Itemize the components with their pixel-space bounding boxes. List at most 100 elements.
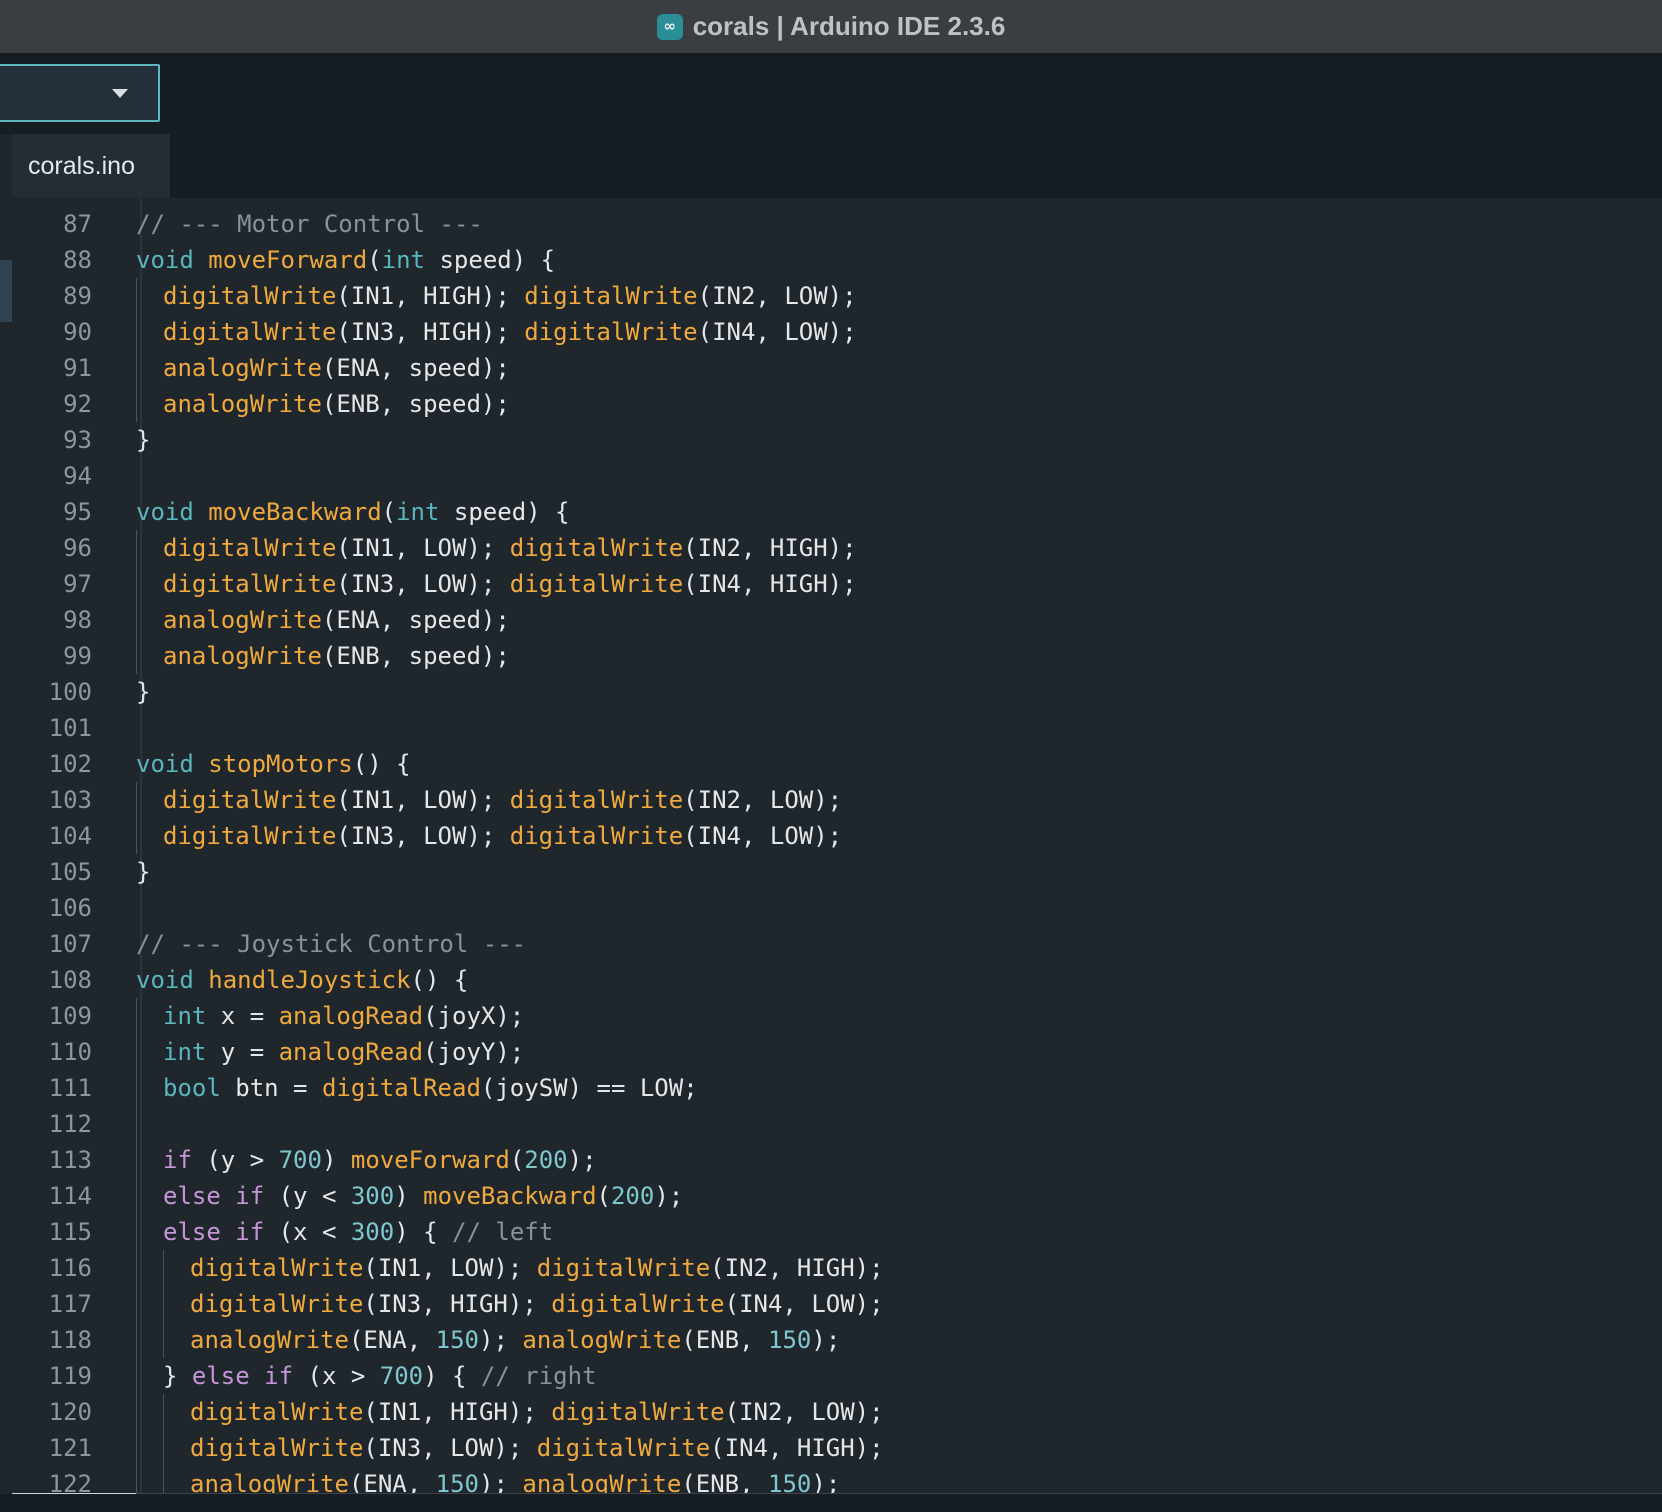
code-token: analogRead xyxy=(278,1002,424,1030)
code-token: if xyxy=(163,1146,192,1174)
code-text: void moveForward(int speed) { xyxy=(136,242,555,278)
code-token: ) { xyxy=(394,1218,453,1246)
code-text: if (y > 700) moveForward(200); xyxy=(163,1142,597,1178)
code-token: y = xyxy=(206,1038,279,1066)
code-token: ( xyxy=(367,246,382,274)
indent-guide xyxy=(136,566,137,602)
code-token: analogWrite xyxy=(522,1470,682,1494)
indent-guide xyxy=(136,782,137,818)
indent-guide xyxy=(163,1466,164,1494)
code-token: bool xyxy=(163,1074,221,1102)
indent-guide xyxy=(136,1214,137,1250)
code-token: (IN4, LOW); xyxy=(724,1290,884,1318)
code-text: bool btn = digitalRead(joySW) == LOW; xyxy=(163,1070,698,1106)
tab-corals-ino[interactable]: corals.ino xyxy=(12,134,170,198)
line-number: 87 xyxy=(63,210,92,238)
line-number: 114 xyxy=(48,1182,92,1210)
line-number: 119 xyxy=(48,1362,92,1390)
code-token: 150 xyxy=(435,1470,480,1494)
code-token: analogWrite xyxy=(163,390,322,418)
indent-guide xyxy=(136,1394,137,1430)
code-token: ); xyxy=(654,1182,684,1210)
code-token: (ENB, xyxy=(681,1326,769,1354)
code-token: (joyX); xyxy=(423,1002,525,1030)
indent-guide xyxy=(163,1286,164,1322)
code-token: (IN2, LOW); xyxy=(697,282,857,310)
line-number: 122 xyxy=(48,1470,92,1494)
code-token: digitalWrite xyxy=(551,1398,725,1426)
code-token: digitalWrite xyxy=(524,282,698,310)
code-token: (x < xyxy=(264,1218,351,1246)
line-number: 106 xyxy=(48,894,92,922)
line-number: 102 xyxy=(48,750,92,778)
code-token: (IN2, HIGH); xyxy=(683,534,857,562)
code-text: analogWrite(ENA, speed); xyxy=(163,350,510,386)
line-number: 93 xyxy=(63,426,92,454)
code-token: ) xyxy=(394,1182,424,1210)
code-token: void xyxy=(136,498,194,526)
code-text: int x = analogRead(joyX); xyxy=(163,998,524,1034)
code-text: // --- Motor Control --- xyxy=(136,206,483,242)
code-token: 150 xyxy=(768,1470,812,1494)
code-token: () { xyxy=(410,966,469,994)
code-token: moveForward xyxy=(350,1146,510,1174)
code-text: analogWrite(ENB, speed); xyxy=(163,638,510,674)
code-token: digitalWrite xyxy=(509,786,684,814)
code-token: ); xyxy=(479,1470,523,1494)
code-token: (ENB, speed); xyxy=(321,642,510,670)
line-number: 108 xyxy=(48,966,92,994)
code-text: } else if (x > 700) { // right xyxy=(163,1358,597,1394)
indent-guide xyxy=(163,1430,164,1466)
code-text: digitalWrite(IN3, HIGH); digitalWrite(IN… xyxy=(190,1286,884,1322)
line-number: 113 xyxy=(48,1146,92,1174)
code-text: } xyxy=(136,854,150,890)
code-token: int xyxy=(163,1038,207,1066)
code-token: digitalWrite xyxy=(190,1398,364,1426)
code-text: digitalWrite(IN3, HIGH); digitalWrite(IN… xyxy=(163,314,857,350)
code-token: digitalWrite xyxy=(190,1434,364,1462)
code-text: digitalWrite(IN1, HIGH); digitalWrite(IN… xyxy=(163,278,857,314)
code-text: analogWrite(ENA, 150); analogWrite(ENB, … xyxy=(190,1466,840,1494)
indent-guide xyxy=(136,1430,137,1466)
board-selector-dropdown[interactable] xyxy=(0,64,160,122)
code-token: speed) { xyxy=(425,246,556,274)
code-token: (ENA, xyxy=(348,1470,436,1494)
line-number: 94 xyxy=(63,462,92,490)
arduino-infinity-icon: ∞ xyxy=(656,13,683,40)
indent-guide xyxy=(136,1322,137,1358)
code-token: int xyxy=(163,1002,207,1030)
side-activity-strip xyxy=(0,134,12,1494)
code-token: 150 xyxy=(768,1326,812,1354)
code-token: digitalWrite xyxy=(524,318,698,346)
code-text: } xyxy=(136,422,150,458)
indent-guide xyxy=(163,1322,164,1358)
line-number: 118 xyxy=(48,1326,92,1354)
indent-guide xyxy=(136,1070,137,1106)
code-text: } xyxy=(136,674,150,710)
code-token: (IN2, LOW); xyxy=(683,786,843,814)
code-text: else if (x < 300) { // left xyxy=(163,1214,553,1250)
code-token: (IN1, LOW); xyxy=(336,786,510,814)
indent-guide xyxy=(136,1286,137,1322)
code-token: analogWrite xyxy=(163,354,322,382)
code-token: analogWrite xyxy=(163,606,322,634)
code-token: (IN3, HIGH); xyxy=(336,318,525,346)
code-token: (IN1, HIGH); xyxy=(363,1398,552,1426)
indent-guide xyxy=(136,386,137,422)
code-token: (ENA, speed); xyxy=(321,354,510,382)
line-number: 109 xyxy=(48,1002,92,1030)
indent-guide xyxy=(136,998,137,1034)
code-token: (IN1, HIGH); xyxy=(336,282,525,310)
code-text: // --- Joystick Control --- xyxy=(136,926,526,962)
code-token: digitalWrite xyxy=(163,318,337,346)
code-token: (IN3, HIGH); xyxy=(363,1290,552,1318)
code-editor[interactable]: 87 // --- Motor Control --- 88 void moveFor… xyxy=(12,198,1662,1494)
code-token: (IN1, LOW); xyxy=(363,1254,537,1282)
indent-guide xyxy=(136,818,137,854)
code-token: void xyxy=(136,246,194,274)
code-token: analogRead xyxy=(278,1038,424,1066)
